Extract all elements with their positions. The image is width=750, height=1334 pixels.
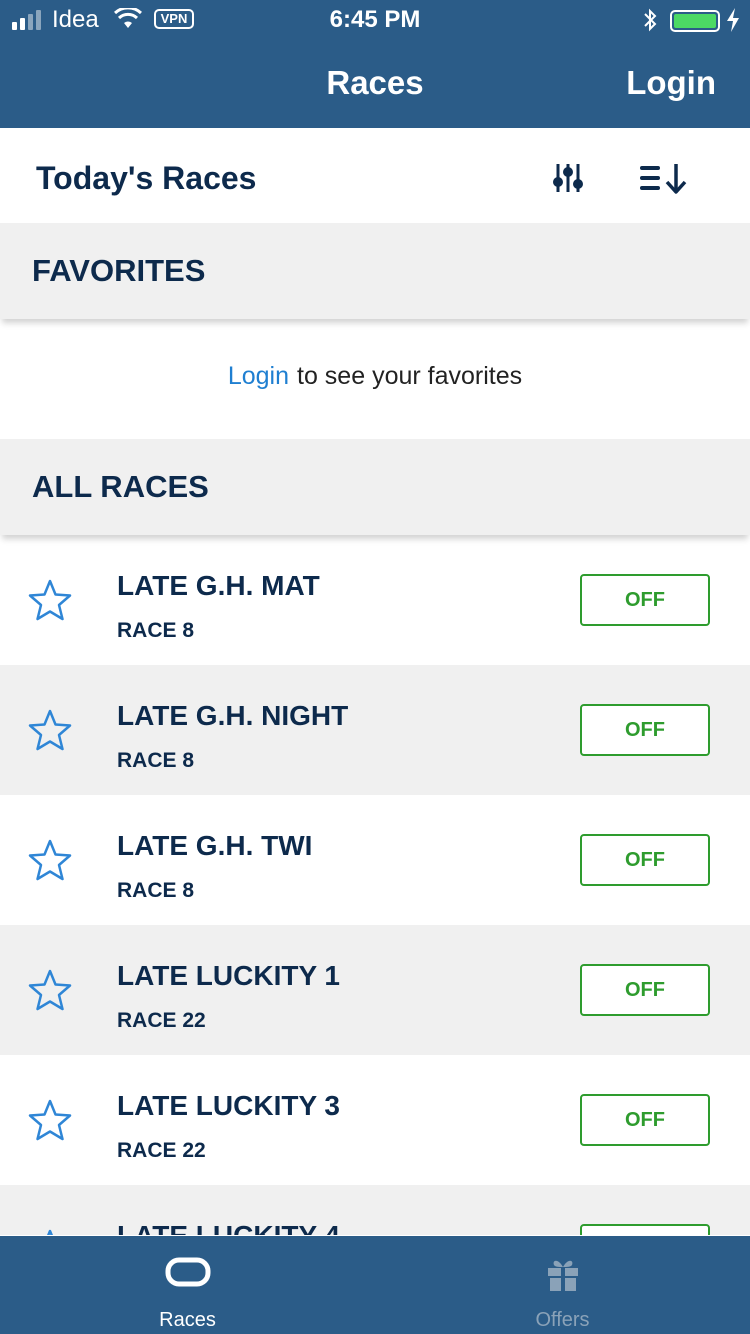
race-number: RACE 22 [117,1139,206,1162]
race-number: RACE 22 [117,1009,206,1032]
race-number: RACE 8 [117,879,195,902]
race-name: LATE G.H. NIGHT [117,700,349,731]
race-status-button[interactable]: OFF [580,834,710,886]
favorite-star-icon[interactable] [28,579,72,621]
race-row[interactable]: LATE LUCKITY 1 RACE 22 OFF [0,925,750,1055]
favorite-star-icon[interactable] [28,1229,72,1235]
all-races-section-header: ALL RACES [0,439,750,535]
race-status-button[interactable]: OFF [580,1094,710,1146]
bluetooth-icon [644,8,657,32]
status-time: 6:45 PM [329,6,421,33]
race-name: LATE LUCKITY 1 [117,960,340,991]
tab-races[interactable]: Races [0,1236,375,1334]
race-row[interactable]: LATE G.H. MAT RACE 8 OFF [0,535,750,665]
filter-sliders-icon[interactable] [548,160,588,196]
race-name: LATE LUCKITY 4 [117,1220,340,1235]
favorites-heading: FAVORITES [32,253,206,288]
race-name: LATE LUCKITY 3 [117,1090,340,1121]
charging-bolt-icon [727,8,739,32]
sort-descending-icon[interactable] [638,160,690,196]
favorites-section-header: FAVORITES [0,223,750,319]
top-bar: Idea VPN 6:45 PM Races Login [0,0,750,128]
favorite-star-icon[interactable] [28,1099,72,1141]
race-name: LATE G.H. TWI [117,830,313,861]
race-status-button[interactable]: OFF [580,964,710,1016]
race-name: LATE G.H. MAT [117,570,320,601]
races-track-icon [165,1257,211,1287]
race-row[interactable]: LATE G.H. TWI RACE 8 OFF [0,795,750,925]
login-button[interactable]: Login [626,64,716,102]
favorites-message-text: to see your favorites [297,362,523,390]
bottom-tab-bar: Races Offers [0,1236,750,1334]
race-number: RACE 8 [117,749,195,772]
race-status-button[interactable] [580,1224,710,1235]
status-bar: Idea VPN 6:45 PM [0,0,750,40]
all-races-heading: ALL RACES [32,469,209,504]
race-status-button[interactable]: OFF [580,574,710,626]
favorite-star-icon[interactable] [28,839,72,881]
race-number: RACE 8 [117,619,195,642]
gift-icon [548,1260,578,1291]
page-title: Today's Races [36,160,257,196]
tab-offers[interactable]: Offers [375,1236,750,1334]
favorites-message: Login to see your favorites [0,362,750,391]
tab-races-label: Races [159,1309,216,1331]
race-row[interactable]: LATE LUCKITY 3 RACE 22 OFF [0,1055,750,1185]
race-status-button[interactable]: OFF [580,704,710,756]
favorites-login-link[interactable]: Login [228,362,289,390]
favorite-star-icon[interactable] [28,709,72,751]
battery-icon [670,10,720,32]
races-list: LATE G.H. MAT RACE 8 OFF LATE G.H. NIGHT… [0,535,750,1235]
tab-offers-label: Offers [535,1309,590,1331]
favorite-star-icon[interactable] [28,969,72,1011]
race-row[interactable]: LATE G.H. NIGHT RACE 8 OFF [0,665,750,795]
race-row[interactable]: LATE LUCKITY 4 [0,1185,750,1235]
